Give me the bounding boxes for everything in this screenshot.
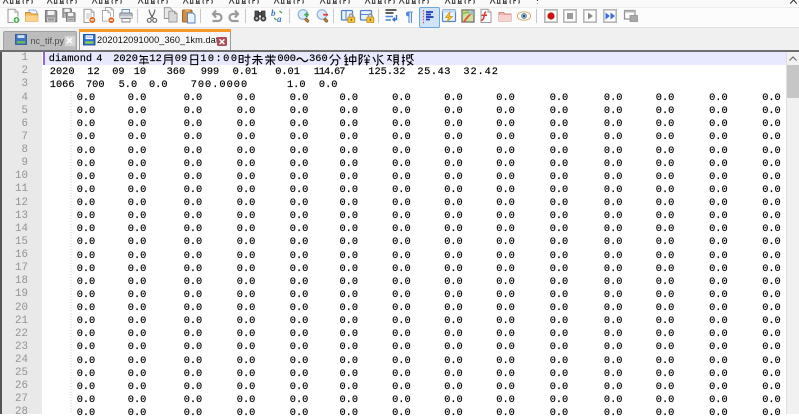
svg-text:a: a <box>277 14 282 24</box>
svg-text:¶: ¶ <box>406 8 414 24</box>
svg-text:b: b <box>271 8 276 18</box>
